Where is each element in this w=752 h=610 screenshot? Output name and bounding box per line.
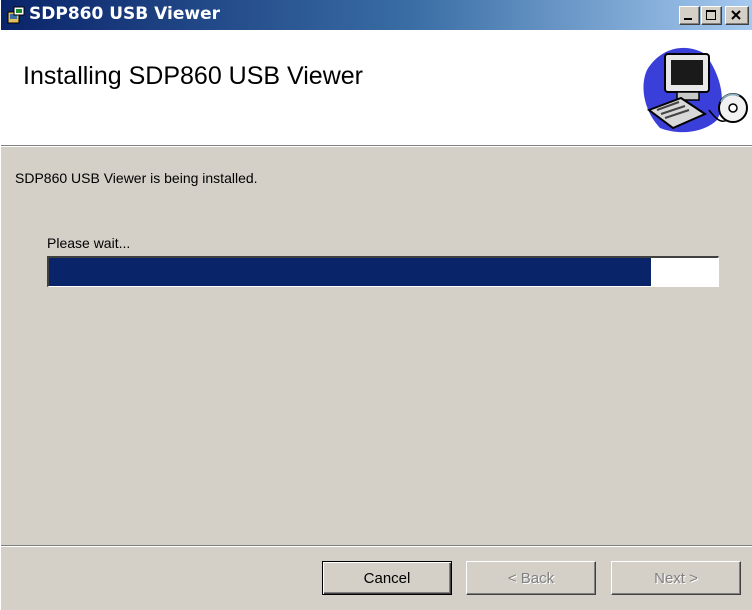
next-button[interactable]: Next >	[611, 561, 741, 595]
install-status-text: SDP860 USB Viewer is being installed.	[15, 170, 258, 186]
maximize-icon	[706, 10, 716, 20]
minimize-button[interactable]	[679, 6, 700, 25]
installer-icon[interactable]	[7, 6, 25, 24]
computer-disc-icon	[635, 40, 751, 136]
progress-bar-fill	[49, 258, 652, 286]
back-button[interactable]: < Back	[466, 561, 596, 595]
close-button[interactable]	[725, 6, 749, 25]
cancel-button[interactable]: Cancel	[322, 561, 452, 595]
wizard-header: Installing SDP860 USB Viewer	[1, 30, 752, 146]
title-bar[interactable]: SDP860 USB Viewer	[1, 0, 752, 30]
footer-divider	[1, 545, 752, 547]
minimize-icon	[684, 18, 692, 20]
close-icon	[731, 10, 741, 20]
progress-bar	[47, 256, 719, 287]
page-title: Installing SDP860 USB Viewer	[23, 62, 363, 90]
installer-window: SDP860 USB Viewer Installing SDP860 USB …	[0, 0, 752, 610]
please-wait-label: Please wait...	[47, 235, 131, 251]
window-title: SDP860 USB Viewer	[29, 4, 220, 24]
maximize-button[interactable]	[701, 6, 722, 25]
